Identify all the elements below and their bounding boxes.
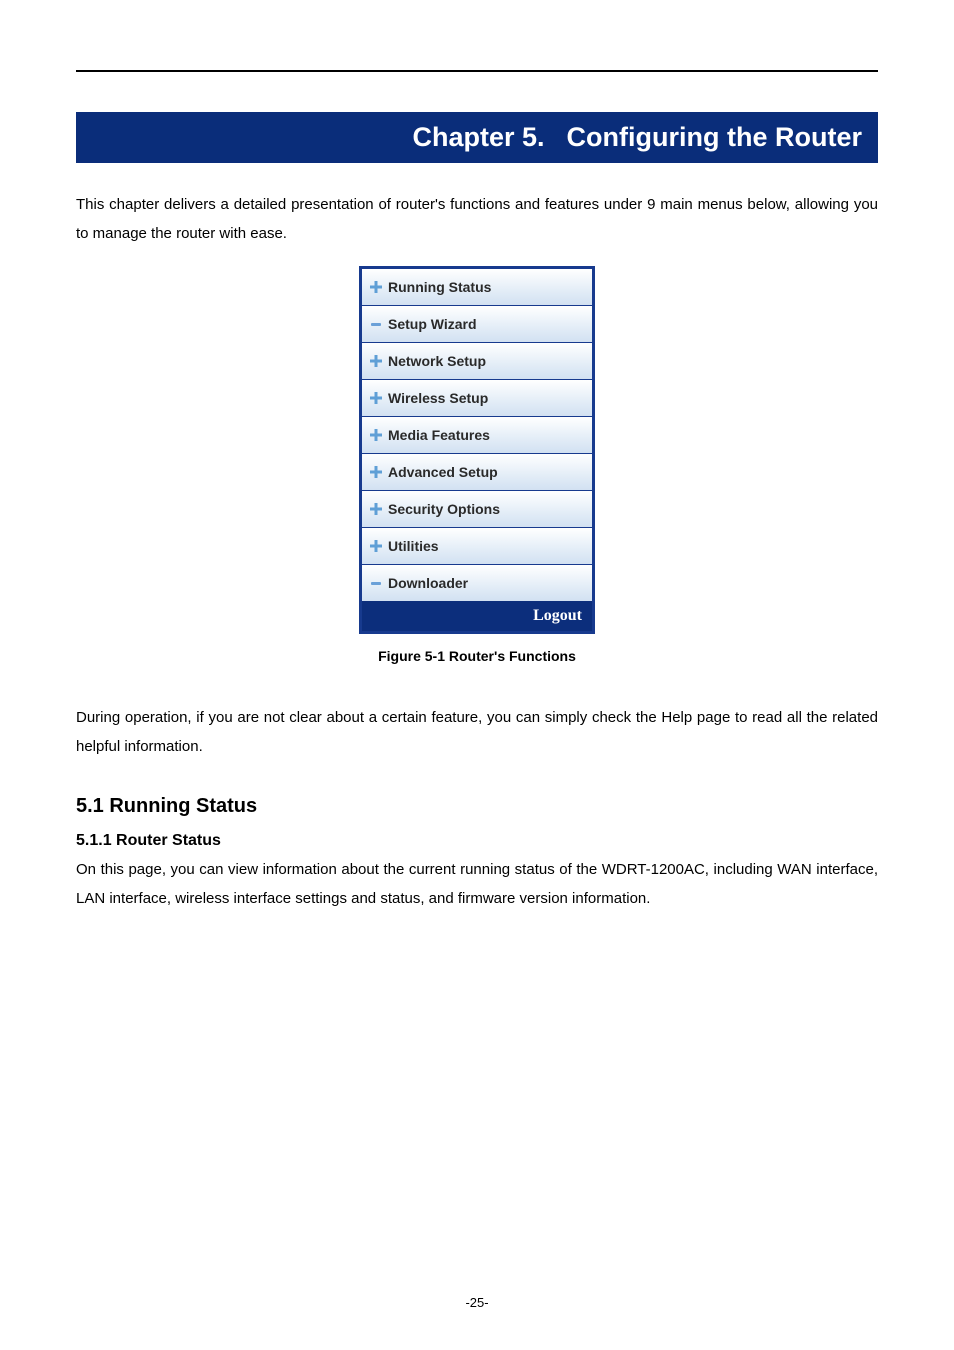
help-paragraph: During operation, if you are not clear a…	[76, 704, 878, 761]
menu-item-label: Network Setup	[388, 353, 486, 369]
menu-item-network-setup[interactable]: Network Setup	[362, 343, 592, 380]
collapse-dash-icon	[370, 318, 382, 330]
router-menu-screenshot: Running Status Setup Wizard Network Setup W…	[359, 266, 595, 634]
menu-item-utilities[interactable]: Utilities	[362, 528, 592, 565]
menu-item-label: Running Status	[388, 279, 491, 295]
expand-plus-icon	[370, 429, 382, 441]
expand-plus-icon	[370, 392, 382, 404]
menu-item-downloader[interactable]: Downloader	[362, 565, 592, 601]
expand-plus-icon	[370, 281, 382, 293]
section-paragraph: On this page, you can view information a…	[76, 856, 878, 913]
menu-item-security-options[interactable]: Security Options	[362, 491, 592, 528]
menu-item-label: Media Features	[388, 427, 490, 443]
page-number: -25-	[0, 1295, 954, 1310]
section-heading-5-1: 5.1 Running Status	[76, 795, 878, 818]
top-divider	[76, 70, 878, 72]
expand-plus-icon	[370, 466, 382, 478]
chapter-heading-bar: Chapter 5. Configuring the Router	[76, 112, 878, 163]
collapse-dash-icon	[370, 577, 382, 589]
expand-plus-icon	[370, 540, 382, 552]
menu-item-label: Downloader	[388, 575, 468, 591]
figure-caption: Figure 5-1 Router's Functions	[76, 648, 878, 664]
section-heading-5-1-1: 5.1.1 Router Status	[76, 832, 878, 850]
menu-item-label: Advanced Setup	[388, 464, 498, 480]
menu-item-wireless-setup[interactable]: Wireless Setup	[362, 380, 592, 417]
menu-item-media-features[interactable]: Media Features	[362, 417, 592, 454]
menu-item-setup-wizard[interactable]: Setup Wizard	[362, 306, 592, 343]
menu-item-advanced-setup[interactable]: Advanced Setup	[362, 454, 592, 491]
menu-item-running-status[interactable]: Running Status	[362, 269, 592, 306]
chapter-title: Configuring the Router	[567, 122, 862, 152]
menu-item-label: Utilities	[388, 538, 439, 554]
expand-plus-icon	[370, 355, 382, 367]
intro-paragraph: This chapter delivers a detailed present…	[76, 191, 878, 248]
logout-link[interactable]: Logout	[362, 601, 592, 631]
menu-item-label: Wireless Setup	[388, 390, 488, 406]
chapter-number: Chapter 5.	[412, 122, 544, 152]
menu-item-label: Setup Wizard	[388, 316, 477, 332]
menu-item-label: Security Options	[388, 501, 500, 517]
expand-plus-icon	[370, 503, 382, 515]
logout-label: Logout	[533, 607, 582, 624]
